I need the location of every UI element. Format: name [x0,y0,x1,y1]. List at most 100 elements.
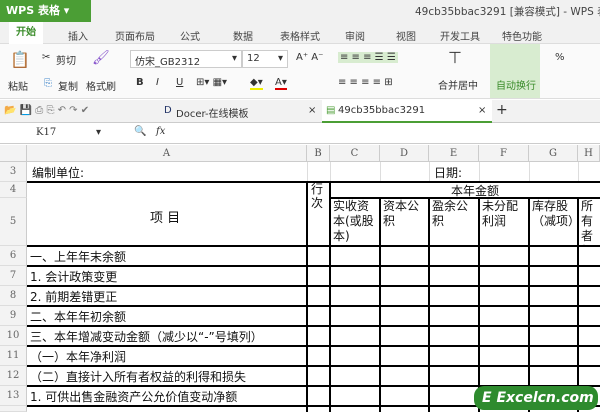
align-left-icon[interactable]: ≡ ≡ ≡ ≡ ⊞ [338,77,393,88]
tab-table-style[interactable]: 表格样式 [280,28,320,43]
row-header[interactable]: 8 [0,286,27,306]
quick-access-icons[interactable]: 📂 💾 ⎙ ⎘ ↶ ↷ ✔ [4,105,89,116]
item-row: （一）本年净利润 [30,350,127,364]
item-row: 1. 可供出售金融资产公允价值变动净额 [30,390,238,404]
merge-center-button[interactable]: 合并居中 [438,77,478,92]
border-icon[interactable]: ⊞▾ ▦▾ [196,77,227,88]
col-header-f[interactable]: F [479,145,529,162]
col-header-c[interactable]: C [330,145,380,162]
grow-font-icon[interactable]: A⁺ A⁻ [296,52,323,63]
row-header[interactable]: 3 [0,162,27,182]
brush-icon[interactable]: 🖌 [92,50,110,66]
align-top-icon[interactable]: ≡ ≡ ≡ ☰ ☰ [338,52,398,63]
select-all-corner[interactable] [0,145,27,162]
window-title: 49cb35bbac3291 [兼容模式] - WPS 表 [415,6,600,18]
percent-button[interactable]: % [555,52,565,63]
border-line [27,325,600,327]
date-label: 日期: [434,166,463,180]
gridline [330,162,331,182]
gridline [380,162,381,182]
border-line [27,181,600,183]
zoom-icon[interactable]: 🔍 [134,126,146,137]
wps-menu-button[interactable]: WPS 表格 ▾ [0,0,91,22]
border-line [27,365,600,367]
sub-header: 资本公积 [383,199,420,228]
close-icon[interactable]: × [308,105,316,116]
row-header[interactable]: 4 [0,182,27,198]
row-header[interactable] [0,406,27,412]
wrap-text-button[interactable]: 自动换行 [490,44,540,98]
col-header-h[interactable]: H [578,145,600,162]
col-header-g[interactable]: G [529,145,578,162]
new-tab-button[interactable]: + [496,102,508,118]
close-icon[interactable]: × [478,105,486,116]
col-header-e[interactable]: E [429,145,479,162]
item-row: 二、本年年初余额 [30,310,127,324]
ribbon-toolbar: 📋 粘贴 ✂ 剪切 ⎘ 复制 🖌 格式刷 仿宋_GB2312 ▾ 12 ▾ A⁺ A… [0,44,600,99]
item-row: 一、上年年末余额 [30,250,127,264]
tab-developer[interactable]: 开发工具 [440,28,480,43]
format-painter-button[interactable]: 格式刷 [86,78,116,93]
font-color-icon[interactable]: A▾ [275,77,287,90]
border-line [306,182,308,412]
docer-icon: D [164,105,172,116]
row-header[interactable]: 6 [0,246,27,266]
border-line [27,345,600,347]
underline-button[interactable]: U [176,77,183,88]
doc-tab-active[interactable]: ▤ 49cb35bbac3291 × [322,100,492,123]
tab-insert[interactable]: 插入 [68,28,88,43]
sub-header: 未分配利润 [482,199,519,228]
name-box[interactable]: K17 [36,127,56,138]
doc-tab-label: Docer-在线模板 [176,109,249,120]
sub-header: 库存股（减项） [532,199,578,228]
sheet-icon: ▤ [326,105,336,116]
chevron-down-icon[interactable]: ▾ [96,127,101,138]
row-header[interactable]: 9 [0,306,27,326]
border-line [329,182,331,412]
tab-formulas[interactable]: 公式 [180,28,200,43]
italic-button[interactable]: I [156,77,159,88]
copy-button[interactable]: 复制 [58,78,78,93]
font-size-value: 12 [247,53,260,64]
paste-button[interactable]: 粘贴 [8,78,28,93]
cut-button[interactable]: 剪切 [56,52,76,67]
tab-page-layout[interactable]: 页面布局 [115,28,155,43]
fx-button[interactable]: fx [156,126,165,137]
gridline [479,162,480,182]
font-select[interactable]: 仿宋_GB2312 ▾ [130,50,242,68]
col-header-b[interactable]: B [307,145,330,162]
watermark-logo: E Excelcn.com [474,386,598,410]
row-header[interactable]: 11 [0,346,27,366]
doc-tab-docer[interactable]: D Docer-在线模板 × [160,102,320,122]
col-header-d[interactable]: D [380,145,429,162]
border-line [330,197,600,199]
fill-color-icon[interactable]: ◆▾ [250,77,263,90]
item-row: 1. 会计政策变更 [30,270,118,284]
col-header-a[interactable]: A [27,145,307,162]
paste-icon[interactable]: 📋 [10,50,30,69]
font-size-select[interactable]: 12 ▾ [242,50,288,68]
row-header[interactable]: 10 [0,326,27,346]
row-header[interactable]: 12 [0,366,27,386]
line-header: 行次 [311,182,324,210]
border-line [27,285,600,287]
tab-home[interactable]: 开始 [9,22,43,44]
item-header: 项 目 [150,211,181,226]
tab-view[interactable]: 视图 [396,28,416,43]
row-header[interactable]: 5 [0,198,27,246]
merge-icon[interactable]: ⊤ [448,48,462,67]
doc-tab-label: 49cb35bbac3291 [338,105,426,116]
tab-features[interactable]: 特色功能 [502,28,542,43]
sub-header: 盈余公积 [432,199,469,228]
tab-data[interactable]: 数据 [233,28,253,43]
tab-review[interactable]: 审阅 [345,28,365,43]
unit-label: 编制单位: [32,166,85,180]
row-header[interactable]: 7 [0,266,27,286]
copy-icon[interactable]: ⎘ [44,78,52,89]
formula-input[interactable] [180,124,600,143]
row-header[interactable]: 13 [0,386,27,406]
gridline [578,162,579,182]
cut-icon[interactable]: ✂ [42,52,50,63]
font-value: 仿宋_GB2312 [135,57,201,68]
bold-button[interactable]: B [136,77,144,88]
